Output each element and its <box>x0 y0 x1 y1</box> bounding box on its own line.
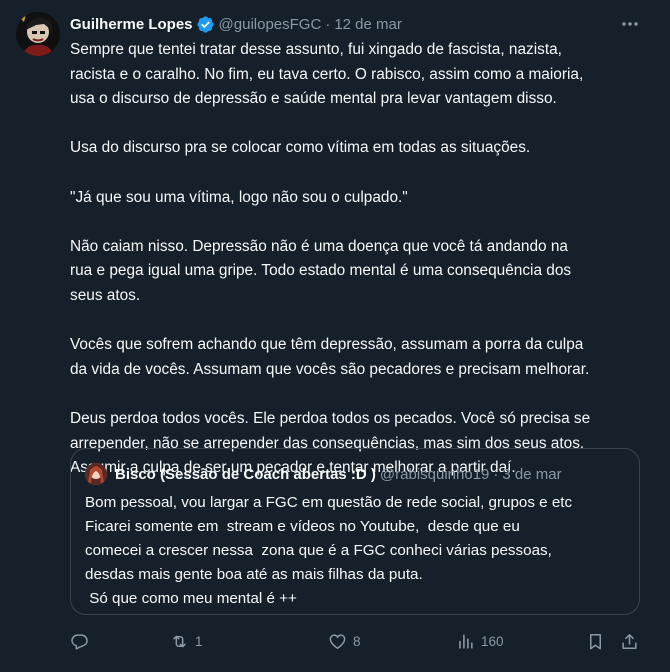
retweet-count: 1 <box>195 633 203 649</box>
retweet-icon <box>173 635 186 647</box>
quoted-text-line: desdas mais gente boa até as mais filhas… <box>85 566 423 583</box>
retweet-button[interactable]: 1 <box>170 628 203 654</box>
paragraph-3: "Já que sou uma vítima, logo não sou o c… <box>70 186 650 211</box>
text-line: seus atos. <box>70 286 141 304</box>
text-line: usa o discurso de depressão e saúde ment… <box>70 90 557 108</box>
quoted-text-line: comecei a crescer nessa zona que é a FGC… <box>85 542 552 559</box>
quoted-tweet[interactable]: Bisco (Sessão de Coach abertas :D ) @rab… <box>70 448 640 615</box>
paragraph-5: Vocês que sofrem achando que têm depress… <box>70 333 650 382</box>
bookmark-icon <box>589 633 602 649</box>
quoted-avatar-image <box>85 463 107 485</box>
quoted-author-handle[interactable]: @rabisquinho19 <box>380 466 489 483</box>
paragraph-1: Sempre que tentei tratar desse assunto, … <box>70 38 650 112</box>
quoted-header-separator: · <box>493 465 499 483</box>
views-count: 160 <box>481 633 504 649</box>
text-line: "Já que sou uma vítima, logo não sou o c… <box>70 188 408 206</box>
paragraph-2: Usa do discurso pra se colocar como víti… <box>70 136 650 161</box>
quoted-tweet-header: Bisco (Sessão de Coach abertas :D ) @rab… <box>85 463 562 485</box>
share-icon <box>622 633 637 649</box>
text-line: Vocês que sofrem achando que têm depress… <box>70 336 584 354</box>
quoted-text-line: Ficarei somente em stream e vídeos no Yo… <box>85 518 520 535</box>
text-line: Deus perdoa todos vocês. Ele perdoa todo… <box>70 409 591 427</box>
text-line: da vida de vocês. Assumam que vocês são … <box>70 360 590 378</box>
quoted-author-display-name[interactable]: Bisco (Sessão de Coach abertas :D ) <box>115 466 376 483</box>
quoted-tweet-date[interactable]: 3 de mar <box>502 466 561 483</box>
quoted-tweet-text: Bom pessoal, vou largar a FGC em questão… <box>85 491 625 611</box>
reply-button[interactable] <box>70 628 95 654</box>
quoted-text-line: Só que como meu mental é ++ <box>85 590 297 607</box>
share-button[interactable] <box>620 628 639 654</box>
views-button[interactable]: 160 <box>456 628 504 654</box>
verified-badge-icon <box>196 15 214 33</box>
reply-icon <box>71 633 88 650</box>
text-line: Usa do discurso pra se colocar como víti… <box>70 139 531 157</box>
text-line: Sempre que tentei tratar desse assunto, … <box>70 41 562 58</box>
author-display-name[interactable]: Guilherme Lopes <box>70 16 193 33</box>
avatar-image <box>16 12 60 56</box>
quoted-text-line: Bom pessoal, vou largar a FGC em questão… <box>85 494 573 511</box>
tweet-header: Guilherme Lopes @guilopesFGC · 12 de mar <box>70 12 402 36</box>
text-line: Não caiam nisso. Depressão não é uma doe… <box>70 237 568 255</box>
views-icon <box>459 633 473 649</box>
quoted-author-avatar[interactable] <box>85 463 107 485</box>
text-line: racista e o caralho. No fim, eu tava cer… <box>70 65 584 83</box>
more-options-button[interactable] <box>620 14 640 34</box>
author-handle[interactable]: @guilopesFGC <box>219 16 322 33</box>
bookmark-button[interactable] <box>586 628 605 654</box>
like-button[interactable]: 8 <box>328 628 361 654</box>
paragraph-4: Não caiam nisso. Depressão não é uma doe… <box>70 235 650 309</box>
tweet-date[interactable]: 12 de mar <box>334 16 402 33</box>
author-avatar[interactable] <box>16 12 60 56</box>
like-count: 8 <box>353 633 361 649</box>
more-icon <box>622 22 638 26</box>
header-separator: · <box>325 15 331 33</box>
tweet[interactable]: Guilherme Lopes @guilopesFGC · 12 de mar… <box>0 0 670 672</box>
text-line: rua e pega igual uma gripe. Todo estado … <box>70 262 572 280</box>
tweet-text: Sempre que tentei tratar desse assunto, … <box>70 38 650 481</box>
tweet-actions: 1 8 160 <box>70 628 650 654</box>
like-icon <box>329 633 346 649</box>
